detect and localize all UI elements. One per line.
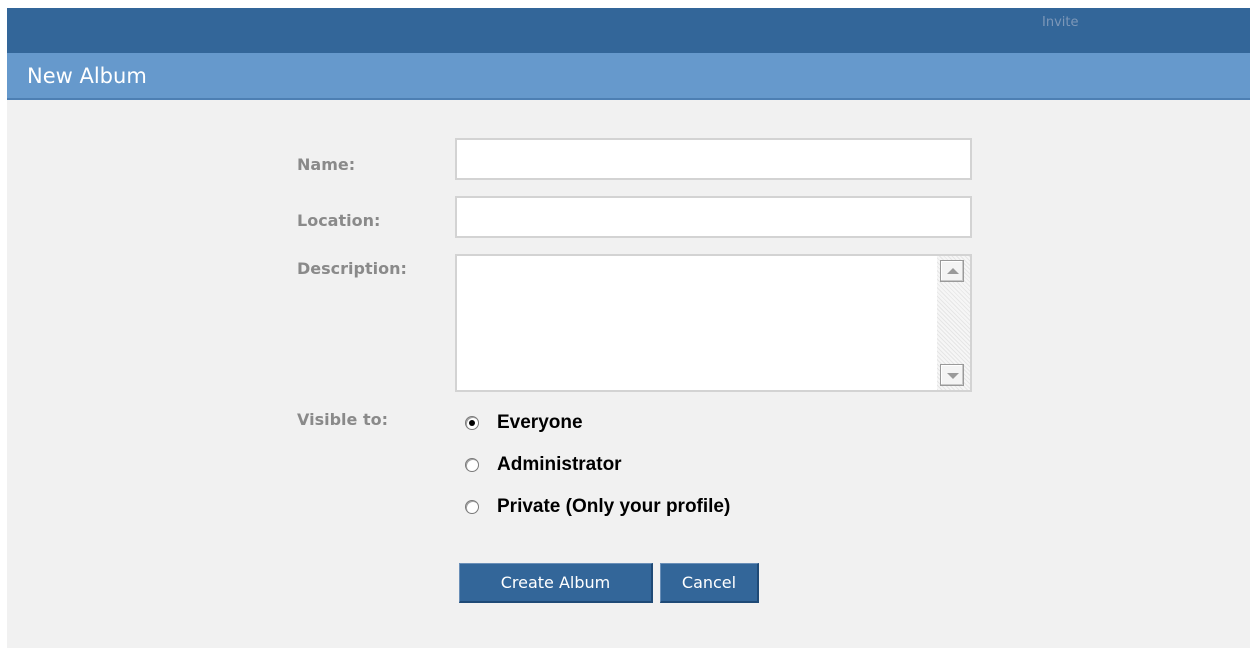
name-label: Name: <box>297 155 356 174</box>
radio-button-administrator[interactable] <box>465 458 479 472</box>
description-textarea[interactable] <box>457 256 935 390</box>
page-title: New Album <box>27 64 147 88</box>
page-title-bar: New Album <box>7 53 1250 100</box>
description-field <box>455 254 972 392</box>
location-input[interactable] <box>455 196 972 238</box>
radio-button-everyone[interactable] <box>465 416 479 430</box>
cancel-button[interactable]: Cancel <box>660 563 759 603</box>
radio-selected-dot <box>469 420 475 426</box>
create-album-button[interactable]: Create Album <box>459 563 653 603</box>
visible-to-label: Visible to: <box>297 410 388 429</box>
arrow-up-icon <box>947 268 959 274</box>
visibility-option-label: Private (Only your profile) <box>497 496 731 517</box>
scroll-up-button[interactable] <box>940 260 964 282</box>
visibility-option-label: Administrator <box>497 454 622 475</box>
invite-link[interactable]: Invite <box>1042 15 1078 30</box>
scroll-down-button[interactable] <box>940 364 964 386</box>
location-label: Location: <box>297 211 381 230</box>
radio-button-private[interactable] <box>465 500 479 514</box>
top-nav-bar: Invite <box>7 8 1250 53</box>
visibility-option-label: Everyone <box>497 412 583 433</box>
description-label: Description: <box>297 259 407 278</box>
new-album-form: Name: Location: Description: Visible to:… <box>7 100 1250 648</box>
description-scrollbar[interactable] <box>937 256 970 390</box>
name-input[interactable] <box>455 138 972 180</box>
arrow-down-icon <box>947 373 959 379</box>
